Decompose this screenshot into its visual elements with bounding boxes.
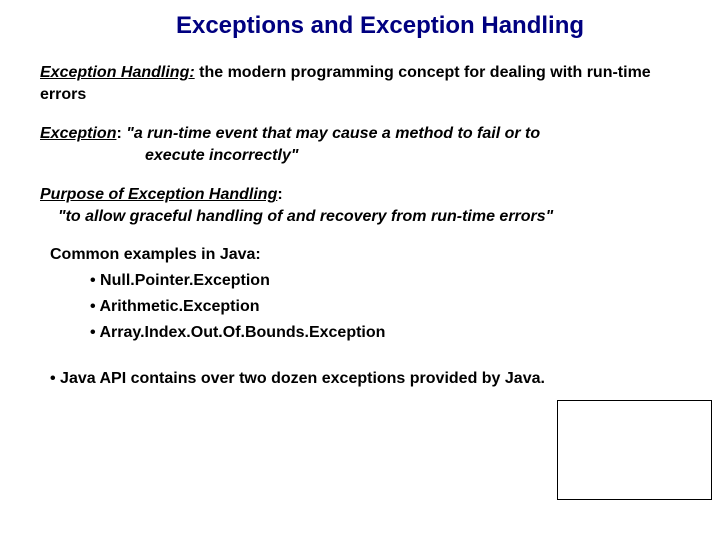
list-item: Array.Index.Out.Of.Bounds.Exception bbox=[90, 324, 690, 342]
term-exception-handling: Exception Handling: bbox=[40, 64, 195, 81]
footer-text: • Java API contains over two dozen excep… bbox=[50, 368, 690, 390]
page-title: Exceptions and Exception Handling bbox=[70, 12, 690, 40]
term-purpose: Purpose of Exception Handling bbox=[40, 186, 277, 203]
list-item: Arithmetic.Exception bbox=[90, 298, 690, 316]
examples-header: Common examples in Java: bbox=[50, 246, 690, 264]
def-exception-line2: execute incorrectly" bbox=[145, 147, 298, 164]
examples-block: Common examples in Java: Null.Pointer.Ex… bbox=[50, 246, 690, 342]
empty-box bbox=[557, 400, 712, 500]
list-item: Null.Pointer.Exception bbox=[90, 272, 690, 290]
colon-exception: : bbox=[116, 125, 126, 142]
section-exception: Exception: "a run-time event that may ca… bbox=[40, 123, 690, 166]
footer-block: • Java API contains over two dozen excep… bbox=[50, 368, 690, 390]
def-exception-line1: "a run-time event that may cause a metho… bbox=[126, 125, 540, 142]
examples-list: Null.Pointer.Exception Arithmetic.Except… bbox=[90, 272, 690, 342]
colon-purpose: : bbox=[277, 186, 282, 203]
term-exception: Exception bbox=[40, 125, 116, 142]
def-purpose: "to allow graceful handling of and recov… bbox=[58, 208, 553, 225]
section-purpose: Purpose of Exception Handling: "to allow… bbox=[40, 184, 690, 227]
section-exception-handling: Exception Handling: the modern programmi… bbox=[40, 62, 690, 105]
